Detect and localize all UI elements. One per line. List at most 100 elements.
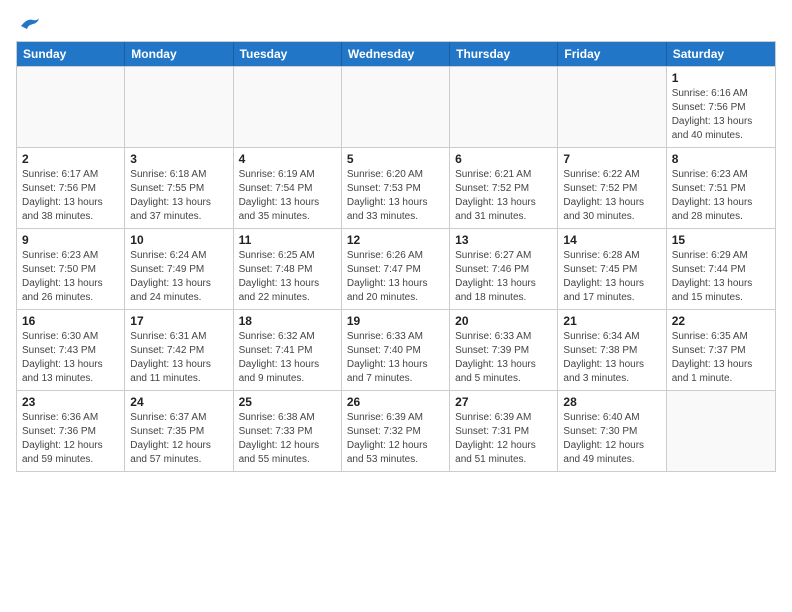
day-info: Sunrise: 6:39 AM Sunset: 7:32 PM Dayligh… [347,411,444,467]
day-number: 22 [672,314,770,328]
logo [16,16,41,35]
table-row: 23 Sunrise: 6:36 AM Sunset: 7:36 PM Dayli… [17,391,125,471]
table-row [125,67,233,147]
day-info: Sunrise: 6:17 AM Sunset: 7:56 PM Dayligh… [22,168,119,224]
table-row [450,67,558,147]
day-number: 4 [239,152,336,166]
day-number: 3 [130,152,227,166]
day-info: Sunrise: 6:33 AM Sunset: 7:39 PM Dayligh… [455,330,552,386]
calendar: SundayMondayTuesdayWednesdayThursdayFrid… [16,41,776,472]
day-info: Sunrise: 6:18 AM Sunset: 7:55 PM Dayligh… [130,168,227,224]
day-number: 26 [347,395,444,409]
table-row: 12 Sunrise: 6:26 AM Sunset: 7:47 PM Dayli… [342,229,450,309]
day-info: Sunrise: 6:19 AM Sunset: 7:54 PM Dayligh… [239,168,336,224]
table-row: 19 Sunrise: 6:33 AM Sunset: 7:40 PM Dayli… [342,310,450,390]
day-number: 28 [563,395,660,409]
table-row: 11Sunrise: 6:25 AM Sunset: 7:48 PM Dayli… [234,229,342,309]
logo-bird-icon [19,16,41,35]
day-number: 7 [563,152,660,166]
calendar-week-3: 9Sunrise: 6:23 AM Sunset: 7:50 PM Daylig… [17,228,775,309]
day-info: Sunrise: 6:39 AM Sunset: 7:31 PM Dayligh… [455,411,552,467]
day-number: 2 [22,152,119,166]
day-info: Sunrise: 6:21 AM Sunset: 7:52 PM Dayligh… [455,168,552,224]
table-row: 9Sunrise: 6:23 AM Sunset: 7:50 PM Daylig… [17,229,125,309]
header [16,16,776,35]
day-number: 19 [347,314,444,328]
day-number: 27 [455,395,552,409]
day-number: 24 [130,395,227,409]
table-row: 3 Sunrise: 6:18 AM Sunset: 7:55 PM Daylig… [125,148,233,228]
day-info: Sunrise: 6:27 AM Sunset: 7:46 PM Dayligh… [455,249,552,305]
table-row: 13 Sunrise: 6:27 AM Sunset: 7:46 PM Dayli… [450,229,558,309]
day-info: Sunrise: 6:37 AM Sunset: 7:35 PM Dayligh… [130,411,227,467]
header-day-sunday: Sunday [17,42,125,66]
day-info: Sunrise: 6:36 AM Sunset: 7:36 PM Dayligh… [22,411,119,467]
page: SundayMondayTuesdayWednesdayThursdayFrid… [0,0,792,482]
header-day-friday: Friday [558,42,666,66]
day-info: Sunrise: 6:32 AM Sunset: 7:41 PM Dayligh… [239,330,336,386]
day-number: 10 [130,233,227,247]
table-row: 22 Sunrise: 6:35 AM Sunset: 7:37 PM Dayli… [667,310,775,390]
table-row: 16 Sunrise: 6:30 AM Sunset: 7:43 PM Dayli… [17,310,125,390]
calendar-header: SundayMondayTuesdayWednesdayThursdayFrid… [17,42,775,66]
day-number: 23 [22,395,119,409]
table-row: 27 Sunrise: 6:39 AM Sunset: 7:31 PM Dayli… [450,391,558,471]
day-number: 18 [239,314,336,328]
table-row: 7 Sunrise: 6:22 AM Sunset: 7:52 PM Daylig… [558,148,666,228]
day-number: 9 [22,233,119,247]
table-row: 2 Sunrise: 6:17 AM Sunset: 7:56 PM Daylig… [17,148,125,228]
day-info: Sunrise: 6:40 AM Sunset: 7:30 PM Dayligh… [563,411,660,467]
table-row: 17 Sunrise: 6:31 AM Sunset: 7:42 PM Dayli… [125,310,233,390]
day-number: 6 [455,152,552,166]
day-info: Sunrise: 6:31 AM Sunset: 7:42 PM Dayligh… [130,330,227,386]
table-row: 10 Sunrise: 6:24 AM Sunset: 7:49 PM Dayli… [125,229,233,309]
calendar-week-5: 23 Sunrise: 6:36 AM Sunset: 7:36 PM Dayli… [17,390,775,471]
table-row: 1 Sunrise: 6:16 AM Sunset: 7:56 PM Daylig… [667,67,775,147]
day-info: Sunrise: 6:30 AM Sunset: 7:43 PM Dayligh… [22,330,119,386]
calendar-week-2: 2 Sunrise: 6:17 AM Sunset: 7:56 PM Daylig… [17,147,775,228]
table-row: 18 Sunrise: 6:32 AM Sunset: 7:41 PM Dayli… [234,310,342,390]
day-number: 17 [130,314,227,328]
day-number: 16 [22,314,119,328]
day-info: Sunrise: 6:24 AM Sunset: 7:49 PM Dayligh… [130,249,227,305]
day-number: 25 [239,395,336,409]
day-info: Sunrise: 6:20 AM Sunset: 7:53 PM Dayligh… [347,168,444,224]
day-number: 1 [672,71,770,85]
day-number: 13 [455,233,552,247]
day-info: Sunrise: 6:28 AM Sunset: 7:45 PM Dayligh… [563,249,660,305]
day-info: Sunrise: 6:34 AM Sunset: 7:38 PM Dayligh… [563,330,660,386]
table-row: 21Sunrise: 6:34 AM Sunset: 7:38 PM Dayli… [558,310,666,390]
table-row [234,67,342,147]
table-row: 5 Sunrise: 6:20 AM Sunset: 7:53 PM Daylig… [342,148,450,228]
table-row: 24 Sunrise: 6:37 AM Sunset: 7:35 PM Dayli… [125,391,233,471]
header-day-tuesday: Tuesday [234,42,342,66]
table-row: 14 Sunrise: 6:28 AM Sunset: 7:45 PM Dayli… [558,229,666,309]
day-number: 14 [563,233,660,247]
table-row [17,67,125,147]
table-row: 15Sunrise: 6:29 AM Sunset: 7:44 PM Dayli… [667,229,775,309]
day-number: 5 [347,152,444,166]
day-info: Sunrise: 6:33 AM Sunset: 7:40 PM Dayligh… [347,330,444,386]
calendar-body: 1 Sunrise: 6:16 AM Sunset: 7:56 PM Daylig… [17,66,775,471]
table-row: 28 Sunrise: 6:40 AM Sunset: 7:30 PM Dayli… [558,391,666,471]
day-info: Sunrise: 6:16 AM Sunset: 7:56 PM Dayligh… [672,87,770,143]
day-info: Sunrise: 6:22 AM Sunset: 7:52 PM Dayligh… [563,168,660,224]
table-row [558,67,666,147]
day-info: Sunrise: 6:23 AM Sunset: 7:51 PM Dayligh… [672,168,770,224]
table-row: 8 Sunrise: 6:23 AM Sunset: 7:51 PM Daylig… [667,148,775,228]
day-number: 12 [347,233,444,247]
day-number: 8 [672,152,770,166]
table-row: 20Sunrise: 6:33 AM Sunset: 7:39 PM Dayli… [450,310,558,390]
header-day-monday: Monday [125,42,233,66]
day-info: Sunrise: 6:26 AM Sunset: 7:47 PM Dayligh… [347,249,444,305]
day-info: Sunrise: 6:25 AM Sunset: 7:48 PM Dayligh… [239,249,336,305]
table-row: 4 Sunrise: 6:19 AM Sunset: 7:54 PM Daylig… [234,148,342,228]
table-row [667,391,775,471]
header-day-wednesday: Wednesday [342,42,450,66]
table-row: 6 Sunrise: 6:21 AM Sunset: 7:52 PM Daylig… [450,148,558,228]
day-info: Sunrise: 6:35 AM Sunset: 7:37 PM Dayligh… [672,330,770,386]
table-row: 25Sunrise: 6:38 AM Sunset: 7:33 PM Dayli… [234,391,342,471]
table-row [342,67,450,147]
calendar-week-1: 1 Sunrise: 6:16 AM Sunset: 7:56 PM Daylig… [17,66,775,147]
header-day-saturday: Saturday [667,42,775,66]
